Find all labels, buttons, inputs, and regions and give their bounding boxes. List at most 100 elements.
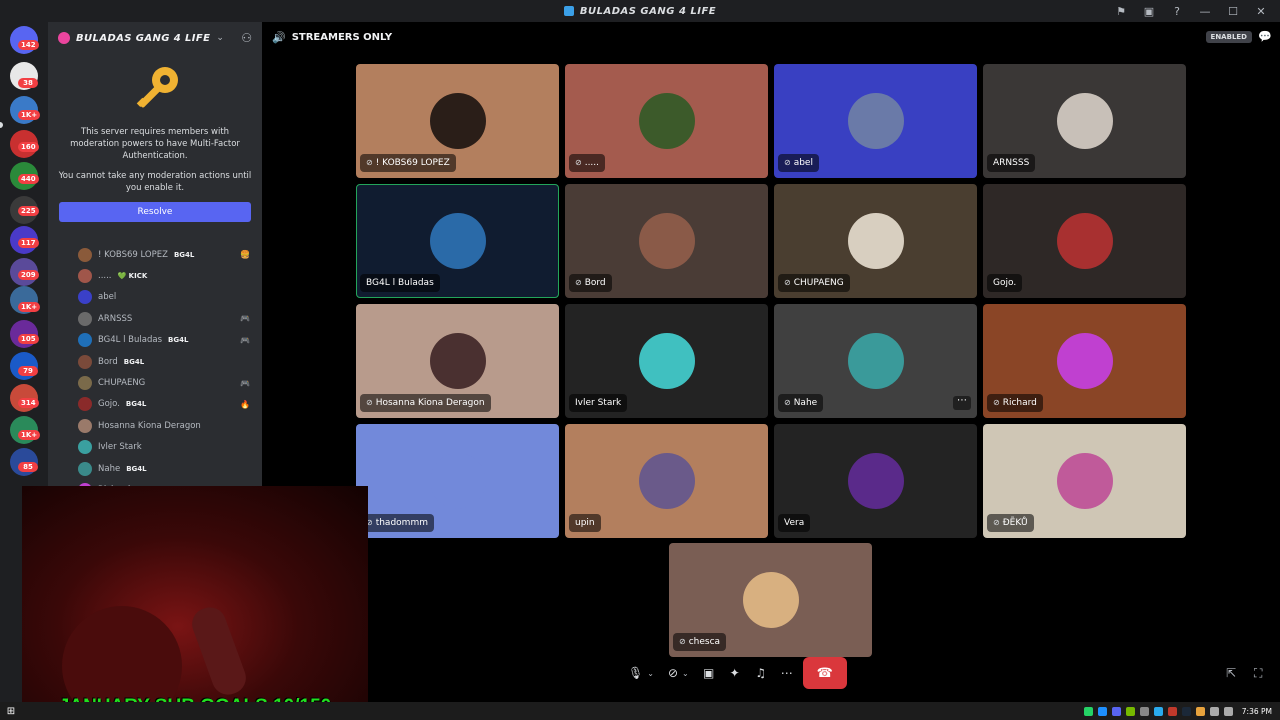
tray-icon[interactable] [1195, 706, 1205, 716]
member-avatar [78, 418, 92, 433]
more-icon: ⋯ [780, 666, 793, 680]
participant-tile[interactable]: ⊘ Nahe ⋯ [774, 304, 977, 418]
call-controls: 🎙 ⌄ ⊘ ⌄ ▣ ✦ ♫ ⋯ ☎ [624, 656, 847, 690]
participant-tile[interactable]: ⊘ CHUPAENG [774, 184, 977, 298]
participant-name: Gojo. [993, 278, 1017, 288]
voice-member-row[interactable]: Gojo. BG4L 🔥 [48, 394, 262, 415]
voice-member-row[interactable]: ARNSSS 🎮 [48, 308, 262, 329]
participant-tile[interactable]: ⊘ ĐẼKŮ [983, 424, 1186, 538]
muted-icon: ⊘ [784, 158, 791, 167]
pop-out-icon[interactable]: ⇱ [1226, 666, 1236, 680]
chevron-down-icon[interactable]: ⌄ [682, 669, 689, 678]
voice-member-row[interactable]: ..... 💚 KICK [48, 265, 262, 286]
camera-button[interactable]: ⊘ ⌄ [664, 660, 693, 686]
notification-badge: 160 [18, 142, 39, 152]
participant-name: ! KOBS69 LOPEZ [375, 158, 450, 168]
member-name: ..... [98, 271, 112, 282]
nvidia-icon[interactable] [1125, 706, 1135, 716]
voice-member-row[interactable]: ! KOBS69 LOPEZ BG4L 🍔 [48, 244, 262, 265]
channel-title: STREAMERS ONLY [291, 31, 393, 43]
steam-icon[interactable] [1181, 706, 1191, 716]
inbox-icon[interactable]: ⚑ [1114, 5, 1128, 18]
voice-member-row[interactable]: Ivler Stark [48, 437, 262, 458]
voice-member-row[interactable]: Nahe BG4L [48, 458, 262, 479]
more-options-button[interactable]: ⋯ [777, 660, 797, 686]
participant-tile[interactable]: upin [565, 424, 768, 538]
maximize-button[interactable]: ☐ [1226, 5, 1240, 18]
member-avatar [78, 376, 92, 391]
title-bar-controls: ⚑ ▣ ? — ☐ ✕ [1114, 0, 1280, 22]
participant-avatar [848, 213, 904, 269]
member-name: abel [98, 292, 117, 303]
member-name: Ivler Stark [98, 442, 142, 453]
voice-member-row[interactable]: abel [48, 287, 262, 308]
voice-member-row[interactable]: CHUPAENG 🎮 [48, 372, 262, 393]
windows-start-icon[interactable]: ⊞ [0, 706, 22, 717]
participant-tile[interactable]: ⊘ chesca [669, 543, 872, 657]
member-status-icon: 🍔 [240, 250, 250, 260]
participant-label: ⊘ thadommm [360, 514, 434, 532]
participant-tile[interactable]: ⊘ thadommm [356, 424, 559, 538]
chevron-down-icon: ⌄ [216, 33, 224, 43]
screen-icon[interactable]: ▣ [1142, 5, 1156, 18]
server-header[interactable]: BULADAS GANG 4 LIFE ⌄ ⚇ [48, 22, 262, 54]
member-name: CHUPAENG [98, 378, 146, 389]
wifi-icon[interactable] [1209, 706, 1219, 716]
tray-icon[interactable] [1167, 706, 1177, 716]
notification-badge: 440 [18, 174, 39, 184]
muted-icon: ⊘ [679, 637, 686, 646]
member-tag: BG4L [126, 464, 147, 473]
participant-tile[interactable]: Ivler Stark [565, 304, 768, 418]
participant-tile[interactable]: ⊘ Richard [983, 304, 1186, 418]
participant-tile[interactable]: ⊘! KOBS69 LOPEZ [356, 64, 559, 178]
participant-label: ⊘! KOBS69 LOPEZ [360, 154, 456, 172]
server-boost-icon [58, 32, 70, 44]
participant-tile[interactable]: ARNSSS [983, 64, 1186, 178]
notification-badge: 85 [18, 462, 38, 472]
activities-button[interactable]: ✦ [725, 660, 745, 686]
participant-tile[interactable]: Vera [774, 424, 977, 538]
voice-member-row[interactable]: Bord BG4L [48, 351, 262, 372]
volume-icon[interactable] [1223, 706, 1233, 716]
participant-avatar [1057, 333, 1113, 389]
mfa-notice: This server requires members with modera… [48, 54, 262, 222]
notification-badge: 225 [18, 206, 39, 216]
chevron-down-icon[interactable]: ⌄ [647, 669, 654, 678]
participant-label: Gojo. [987, 274, 1023, 292]
discord-tray-icon[interactable] [1111, 706, 1121, 716]
member-status-icon: 🎮 [240, 335, 250, 345]
telegram-icon[interactable] [1153, 706, 1163, 716]
share-screen-button[interactable]: ▣ [699, 660, 719, 686]
notification-badge: 1K+ [18, 110, 41, 120]
tile-more-button[interactable]: ⋯ [953, 396, 971, 410]
fullscreen-icon[interactable]: ⛶ [1254, 666, 1262, 681]
participant-tile[interactable]: ⊘ Hosanna Kiona Deragon [356, 304, 559, 418]
participant-name: BG4L l Buladas [366, 278, 434, 288]
participant-name: Bord [584, 278, 606, 288]
participant-avatar [430, 333, 486, 389]
participant-tile[interactable]: Gojo. [983, 184, 1186, 298]
mute-button[interactable]: 🎙 ⌄ [624, 660, 658, 686]
participant-tile[interactable]: ⊘..... [565, 64, 768, 178]
participant-tile[interactable]: BG4L l Buladas [356, 184, 559, 298]
disconnect-button[interactable]: ☎ [802, 657, 847, 689]
voice-member-row[interactable]: Hosanna Kiona Deragon [48, 415, 262, 436]
invite-people-icon[interactable]: ⚇ [241, 31, 252, 45]
participant-avatar [848, 453, 904, 509]
minimize-button[interactable]: — [1198, 5, 1212, 18]
participant-avatar [639, 333, 695, 389]
voice-member-row[interactable]: BG4L l Buladas BG4L 🎮 [48, 330, 262, 351]
participant-tile[interactable]: ⊘ Bord [565, 184, 768, 298]
participant-label: ⊘ CHUPAENG [778, 274, 850, 292]
close-button[interactable]: ✕ [1254, 5, 1268, 18]
help-icon[interactable]: ? [1170, 5, 1184, 18]
soundboard-button[interactable]: ♫ [751, 660, 771, 686]
tray-icon[interactable] [1139, 706, 1149, 716]
chat-icon[interactable]: 💬 [1258, 30, 1272, 43]
muted-icon: ⊘ [575, 278, 582, 287]
resolve-button[interactable]: Resolve [59, 202, 251, 222]
bluetooth-icon[interactable] [1097, 706, 1107, 716]
participant-label: ⊘ chesca [673, 633, 727, 651]
whatsapp-icon[interactable] [1083, 706, 1093, 716]
participant-tile[interactable]: ⊘ abel [774, 64, 977, 178]
